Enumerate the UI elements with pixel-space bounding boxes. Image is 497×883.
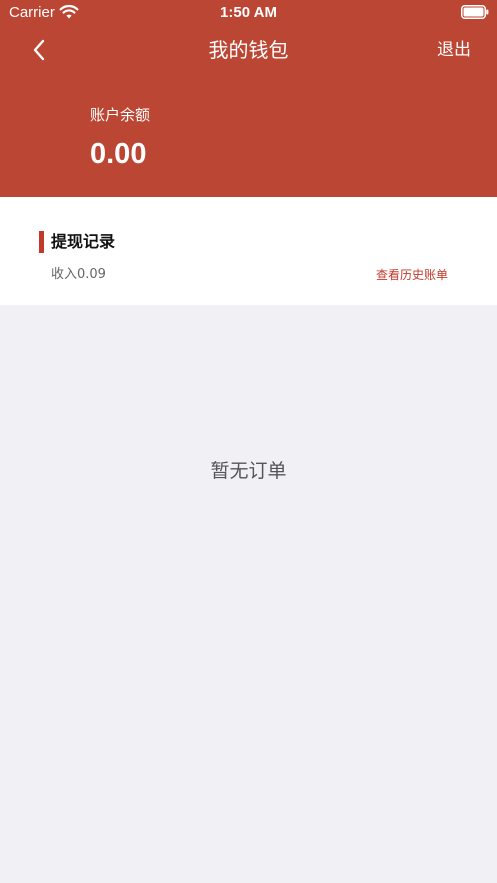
wallet-header: Carrier 1:50 AM 我的钱包 退出 账户余额 0.00: [0, 0, 497, 197]
section-accent-bar: [39, 231, 44, 253]
logout-button[interactable]: 退出: [437, 30, 471, 70]
status-bar: Carrier 1:50 AM: [0, 0, 497, 26]
nav-bar: 我的钱包 退出: [0, 30, 497, 70]
withdraw-records-card: 提现记录 收入0.09 查看历史账单: [0, 197, 497, 305]
view-history-link[interactable]: 查看历史账单: [376, 265, 448, 285]
status-time: 1:50 AM: [220, 4, 277, 21]
page-title: 我的钱包: [208, 38, 289, 62]
income-summary: 收入0.09: [51, 267, 106, 282]
battery-icon: [461, 5, 489, 19]
section-title: 提现记录: [51, 232, 116, 251]
balance-label: 账户余额: [90, 106, 151, 124]
empty-state-text: 暂无订单: [210, 460, 287, 482]
balance-amount: 0.00: [90, 138, 147, 170]
